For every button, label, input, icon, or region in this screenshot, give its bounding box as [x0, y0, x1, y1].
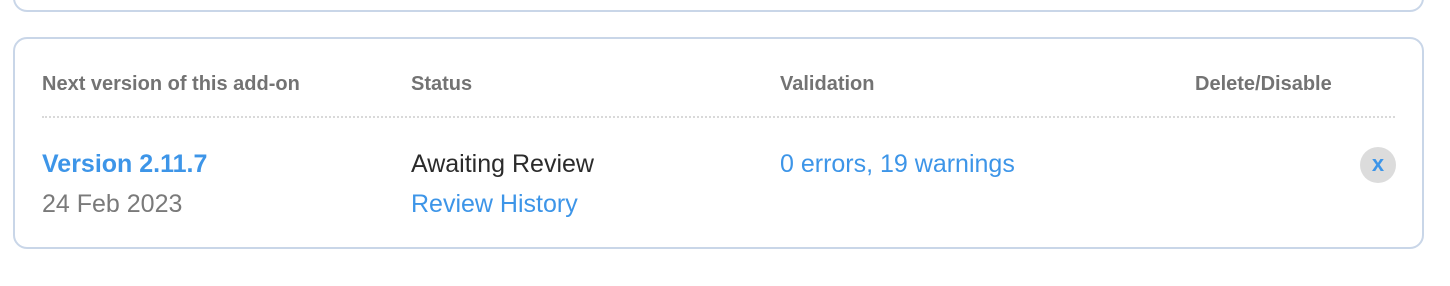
delete-disable-button[interactable]: x: [1360, 147, 1396, 183]
status-cell: Awaiting Review Review History: [411, 147, 594, 221]
next-version-card: Next version of this add-on Status Valid…: [13, 37, 1424, 249]
previous-card: [13, 0, 1424, 12]
version-link[interactable]: Version 2.11.7: [42, 147, 207, 181]
version-date: 24 Feb 2023: [42, 190, 183, 218]
column-header-version: Next version of this add-on: [42, 73, 300, 95]
column-header-delete-disable: Delete/Disable: [1195, 73, 1332, 95]
status-text: Awaiting Review: [411, 150, 594, 178]
header-divider: [42, 116, 1395, 118]
validation-cell: 0 errors, 19 warnings: [780, 147, 1015, 181]
table-row: Version 2.11.7 24 Feb 2023 Awaiting Revi…: [42, 147, 1396, 237]
table-header: Next version of this add-on Status Valid…: [42, 73, 1395, 103]
review-history-link[interactable]: Review History: [411, 187, 594, 221]
close-icon: x: [1371, 151, 1385, 176]
column-header-status: Status: [411, 73, 473, 95]
version-cell: Version 2.11.7 24 Feb 2023: [42, 147, 207, 221]
validation-results-link[interactable]: 0 errors, 19 warnings: [780, 147, 1015, 181]
column-header-validation: Validation: [780, 73, 875, 95]
